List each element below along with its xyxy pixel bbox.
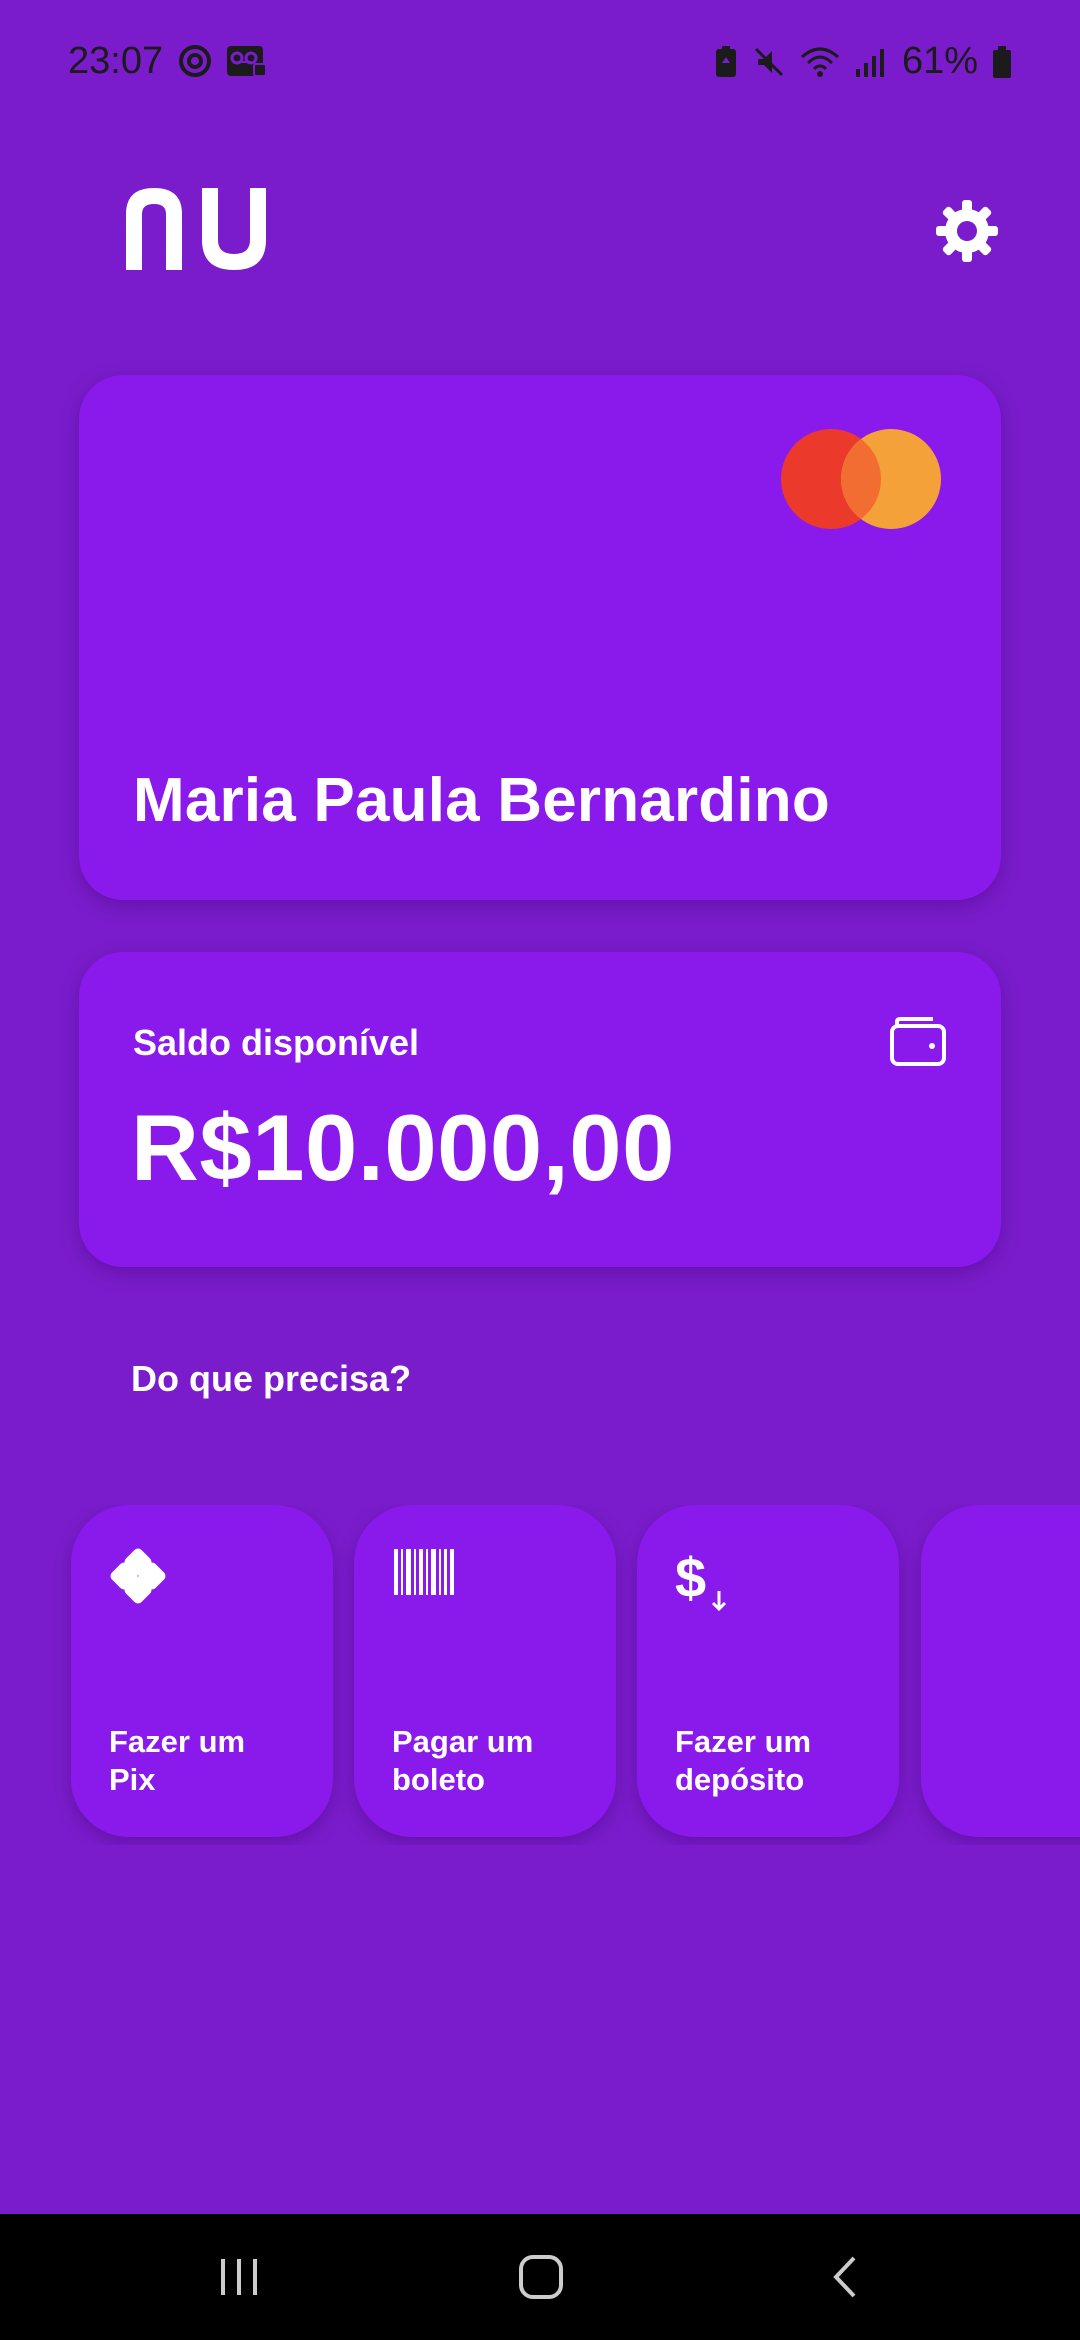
balance-card[interactable]: Saldo disponível R$10.000,00 <box>79 952 1001 1267</box>
action-boleto[interactable]: Pagar um boleto <box>354 1505 616 1837</box>
recents-button[interactable] <box>194 2242 284 2312</box>
mute-icon <box>754 47 783 76</box>
wallet-icon[interactable] <box>889 1016 947 1068</box>
battery-saver-icon <box>715 45 736 77</box>
mastercard-logo <box>781 429 941 529</box>
voicemail-icon <box>227 46 267 77</box>
action-pix[interactable]: Fazer um Pix <box>71 1505 333 1837</box>
deposit-icon: $ <box>675 1547 727 1612</box>
status-time: 23:07 <box>68 40 164 82</box>
status-bar: 23:07 61% <box>0 0 1080 130</box>
balance-value: R$10.000,00 <box>131 1095 675 1200</box>
home-icon <box>519 2255 563 2299</box>
signal-icon <box>855 48 884 77</box>
pix-icon <box>110 1548 166 1604</box>
barcode-icon <box>394 1549 454 1595</box>
section-title: Do que precisa? <box>131 1358 412 1399</box>
action-label: Fazer um depósito <box>675 1724 812 1797</box>
battery-icon <box>993 45 1011 78</box>
status-right-icons: 61% <box>714 40 1012 83</box>
system-nav-bar <box>0 2214 1080 2340</box>
action-deposit[interactable]: $ Fazer um depósito <box>637 1505 899 1837</box>
nu-logo <box>122 184 282 274</box>
action-label: Fazer um Pix <box>109 1724 246 1797</box>
status-left-icons <box>178 44 268 78</box>
action-more[interactable] <box>921 1505 1080 1837</box>
balance-label: Saldo disponível <box>133 1022 420 1063</box>
card-holder-name: Maria Paula Bernardino <box>133 766 830 835</box>
battery-percentage: 61% <box>901 40 978 82</box>
wifi-icon <box>800 47 839 77</box>
action-label: Pagar um boleto <box>392 1724 534 1797</box>
recents-icon <box>221 2259 257 2295</box>
svg-text:$: $ <box>675 1547 706 1609</box>
quick-actions-row[interactable]: Fazer um Pix Pagar um boleto $ Fazer um … <box>0 1505 1080 1845</box>
settings-button[interactable] <box>932 196 1002 266</box>
focus-icon <box>179 45 211 77</box>
home-button[interactable] <box>496 2242 586 2312</box>
account-card[interactable]: Maria Paula Bernardino <box>79 375 1001 900</box>
back-icon <box>833 2256 856 2298</box>
gear-icon <box>936 200 998 262</box>
back-button[interactable] <box>800 2242 890 2312</box>
